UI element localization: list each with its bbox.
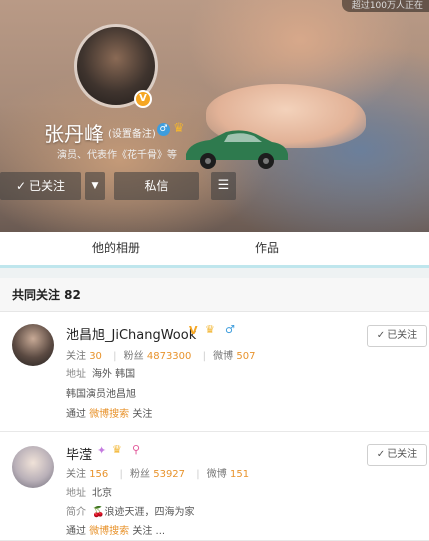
following-button[interactable]: ✓ 已关注 bbox=[0, 172, 81, 200]
following-count[interactable]: 156 bbox=[89, 469, 108, 480]
intro-value: 浪迹天涯，四海为家 bbox=[104, 507, 195, 518]
verified-icon: V bbox=[134, 90, 152, 108]
follow-source-prefix: 通过 bbox=[66, 526, 86, 537]
follow-source-suffix: 关注 bbox=[132, 409, 153, 420]
follow-source-suffix: 关注 ... bbox=[132, 526, 166, 537]
vip-crown-icon: ♛ bbox=[173, 121, 185, 136]
follow-source-link[interactable]: 微博搜索 bbox=[89, 409, 129, 420]
follow-options-button[interactable]: ▼ bbox=[85, 172, 105, 200]
check-icon: ✓ bbox=[376, 330, 386, 341]
chevron-down-icon: ▼ bbox=[91, 181, 99, 191]
following-button-label: 已关注 bbox=[387, 449, 418, 460]
following-count[interactable]: 30 bbox=[89, 351, 102, 362]
butterfly-icon: ✦ bbox=[97, 444, 107, 457]
following-button-label: 已关注 bbox=[29, 179, 66, 193]
following-count-label: 关注 bbox=[66, 351, 86, 362]
follow-source: 通过 微博搜索 关注 ... bbox=[66, 522, 165, 537]
posts-count-label: 微博 bbox=[206, 469, 227, 480]
section-divider bbox=[0, 268, 429, 278]
set-remark-link[interactable]: (设置备注) bbox=[108, 125, 156, 140]
list-item[interactable]: 池昌旭_JiChangWook V ♛ ♂ 关注 30 | 粉丝 4873300… bbox=[0, 312, 429, 432]
male-gender-icon: ♂ bbox=[225, 323, 235, 336]
follow-source: 通过 微博搜索 关注 bbox=[66, 405, 152, 420]
user-intro: 简介 🍒浪迹天涯，四海为家 bbox=[66, 503, 194, 518]
profile-cover: 超过100万人正在 V 张丹峰 (设置备注) ♂ ♛ 演员、代表作《花千骨》等 … bbox=[0, 0, 429, 232]
following-button[interactable]: ✓ 已关注 bbox=[367, 444, 427, 466]
profile-tabs: 他的相册 作品 bbox=[0, 232, 429, 268]
follow-source-link[interactable]: 微博搜索 bbox=[89, 526, 129, 537]
vip-crown-icon: ♛ bbox=[112, 443, 122, 456]
toy-car-image bbox=[186, 130, 288, 169]
stats-divider: | bbox=[119, 469, 123, 480]
user-stats: 关注 30 | 粉丝 4873300 | 微博 507 bbox=[66, 347, 259, 362]
user-name[interactable]: 池昌旭_JiChangWook bbox=[66, 324, 196, 343]
fans-count-label: 粉丝 bbox=[130, 469, 151, 480]
fans-count[interactable]: 53927 bbox=[153, 469, 185, 480]
avatar[interactable] bbox=[12, 446, 54, 488]
follow-source-prefix: 通过 bbox=[66, 409, 86, 420]
list-item[interactable]: 毕滢 ✦ ♛ ⚲ 关注 156 | 粉丝 53927 | 微博 151 地址 北京… bbox=[0, 432, 429, 541]
vip-crown-icon: ♛ bbox=[205, 323, 215, 336]
following-button[interactable]: ✓ 已关注 bbox=[367, 325, 427, 347]
female-gender-icon: ⚲ bbox=[132, 443, 141, 456]
following-count-label: 关注 bbox=[66, 469, 86, 480]
verified-icon: V bbox=[189, 324, 198, 337]
fans-count[interactable]: 4873300 bbox=[147, 351, 192, 362]
address-value: 北京 bbox=[92, 488, 112, 499]
user-stats: 关注 156 | 粉丝 53927 | 微博 151 bbox=[66, 465, 253, 480]
posts-count[interactable]: 507 bbox=[236, 351, 255, 362]
message-button-label: 私信 bbox=[144, 179, 169, 193]
user-intro: 韩国演员池昌旭 bbox=[66, 389, 136, 400]
menu-button[interactable]: ☰ bbox=[211, 172, 236, 200]
profile-name: 张丹峰 bbox=[44, 122, 104, 146]
user-address: 地址 北京 bbox=[66, 484, 112, 499]
address-label: 地址 bbox=[66, 369, 86, 380]
user-address: 地址 海外 韩国 bbox=[66, 365, 135, 380]
profile-action-bar: ✓ 已关注 ▼ 私信 ☰ bbox=[0, 172, 429, 200]
top-banner-text: 超过100万人正在 bbox=[341, 0, 429, 12]
intro-label: 简介 bbox=[66, 507, 86, 518]
menu-icon: ☰ bbox=[217, 178, 230, 193]
address-value: 海外 韩国 bbox=[92, 369, 136, 380]
stats-divider: | bbox=[196, 469, 200, 480]
avatar[interactable] bbox=[12, 324, 54, 366]
following-button-label: 已关注 bbox=[387, 330, 418, 341]
check-icon: ✓ bbox=[376, 449, 386, 460]
stats-divider: | bbox=[202, 351, 206, 362]
profile-description: 演员、代表作《花千骨》等 bbox=[57, 150, 177, 161]
tab-works[interactable]: 作品 bbox=[255, 232, 279, 264]
cherry-emoji: 🍒 bbox=[92, 507, 105, 518]
address-label: 地址 bbox=[66, 488, 86, 499]
check-icon: ✓ bbox=[15, 179, 27, 193]
message-button[interactable]: 私信 bbox=[114, 172, 199, 200]
user-name[interactable]: 毕滢 bbox=[66, 444, 92, 463]
mutual-follow-header: 共同关注 82 bbox=[0, 278, 429, 312]
stats-divider: | bbox=[113, 351, 117, 362]
male-gender-icon: ♂ bbox=[157, 123, 170, 136]
fans-count-label: 粉丝 bbox=[123, 351, 144, 362]
tab-albums[interactable]: 他的相册 bbox=[92, 232, 140, 264]
posts-count[interactable]: 151 bbox=[230, 469, 249, 480]
posts-count-label: 微博 bbox=[213, 351, 234, 362]
